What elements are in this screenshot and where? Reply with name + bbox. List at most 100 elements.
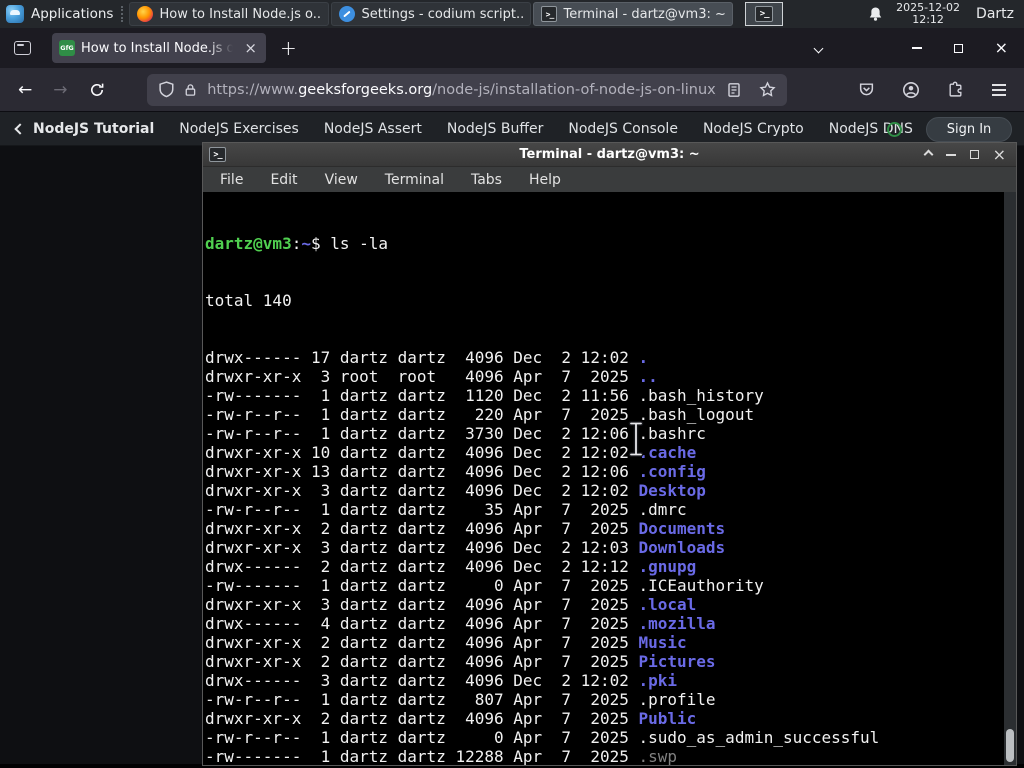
applications-icon [6, 5, 24, 23]
terminal-listing-row: -rw------- 1 dartz dartz 0 Apr 7 2025 .I… [205, 576, 764, 595]
terminal-window-controls: × [923, 146, 1016, 162]
browser-tab[interactable]: GfG How to Install Node.js on × [52, 33, 266, 63]
terminal-menu-item[interactable]: Tabs [471, 172, 502, 188]
url-bar[interactable]: https://www.geeksforgeeks.org/node-js/in… [146, 73, 787, 106]
terminal-listing-row: -rw------- 1 dartz dartz 12288 Apr 7 202… [205, 747, 678, 765]
back-button[interactable]: ← [18, 80, 32, 100]
site-nav-link[interactable]: NodeJS Console [568, 121, 678, 137]
reader-mode-icon[interactable] [726, 82, 742, 98]
terminal-listing-row: -rw------- 1 dartz dartz 1120 Dec 2 11:5… [205, 386, 764, 405]
user-menu[interactable]: Dartz [972, 6, 1018, 22]
terminal-output[interactable]: dartz@vm3:~$ ls -la total 140 drwx------… [203, 192, 1016, 765]
site-nav-primary[interactable]: NodeJS Tutorial [14, 121, 154, 137]
terminal-menu-item[interactable]: Edit [270, 172, 297, 188]
site-nav-link[interactable]: NodeJS Buffer [447, 121, 544, 137]
applications-menu[interactable]: Applications [0, 0, 119, 28]
search-icon[interactable] [887, 121, 902, 137]
taskbar-window-button[interactable]: Settings - codium script... [331, 2, 532, 26]
terminal-listing-row: drwx------ 4 dartz dartz 4096 Apr 7 2025… [205, 614, 716, 633]
sign-in-button[interactable]: Sign In [926, 116, 1012, 142]
applications-label: Applications [31, 6, 114, 22]
lock-icon[interactable] [183, 82, 198, 98]
terminal-window: Terminal - dartz@vm3: ~ × File Edit View Te… [202, 142, 1017, 766]
terminal-menu-item[interactable]: File [220, 172, 243, 188]
taskbar-window-button[interactable]: How to Install Node.js o... [129, 2, 330, 26]
tab-close-icon[interactable]: × [242, 39, 259, 57]
text-cursor [628, 421, 644, 457]
browser-tab-bar: GfG How to Install Node.js on × + × [0, 28, 1024, 68]
active-window-tray-icon[interactable] [745, 2, 784, 26]
scrollbar-thumb[interactable] [1006, 729, 1014, 762]
menu-hamburger-icon[interactable] [991, 83, 1007, 97]
taskbar: How to Install Node.js o... Settings - c… [129, 0, 735, 28]
clock[interactable]: 2025-12-02 12:12 [896, 1, 960, 27]
prompt-path: ~ [301, 234, 311, 253]
tab-title: How to Install Node.js on [81, 40, 237, 56]
terminal-icon [209, 147, 226, 162]
geeksforgeeks-favicon: GfG [59, 40, 75, 56]
terminal-listing-row: drwxr-xr-x 2 dartz dartz 4096 Apr 7 2025… [205, 519, 726, 538]
close-icon[interactable]: × [995, 40, 1008, 56]
terminal-menu-item[interactable]: View [325, 172, 358, 188]
terminal-window-title: Terminal - dartz@vm3: ~ [519, 147, 700, 162]
account-icon[interactable] [902, 81, 920, 99]
extensions-icon[interactable] [947, 81, 964, 98]
terminal-listing-row: drwxr-xr-x 2 dartz dartz 4096 Apr 7 2025… [205, 633, 687, 652]
terminal-listing-row: drwxr-xr-x 3 dartz dartz 4096 Dec 2 12:0… [205, 538, 726, 557]
terminal-listing-row: drwxr-xr-x 13 dartz dartz 4096 Dec 2 12:… [205, 462, 706, 481]
shade-icon[interactable] [923, 149, 934, 160]
shield-icon[interactable] [158, 81, 175, 98]
terminal-prompt-line: dartz@vm3:~$ ls -la [205, 234, 389, 253]
site-nav-right: Sign In [887, 112, 1012, 146]
maximize-icon[interactable] [969, 150, 979, 159]
browser-toolbar: ← → https://www.geeksforgeeks.org/node-j… [0, 68, 1024, 112]
site-nav-link[interactable]: NodeJS Assert [324, 121, 422, 137]
reload-button[interactable] [89, 82, 105, 98]
prompt-command: ls -la [330, 234, 389, 253]
taskbar-window-button[interactable]: Terminal - dartz@vm3: ~ [533, 2, 734, 26]
forward-button[interactable]: → [53, 80, 67, 100]
codium-icon [339, 6, 356, 22]
url-text: https://www.geeksforgeeks.org/node-js/in… [207, 81, 717, 98]
terminal-listing-row: drwx------ 2 dartz dartz 4096 Dec 2 12:1… [205, 557, 697, 576]
terminal-listing-row: -rw-r--r-- 1 dartz dartz 3730 Dec 2 12:0… [205, 424, 706, 443]
list-all-tabs-icon[interactable] [813, 43, 824, 53]
terminal-listing-row: -rw-r--r-- 1 dartz dartz 35 Apr 7 2025 .… [205, 500, 687, 519]
site-nav-link[interactable]: NodeJS Exercises [179, 121, 299, 137]
close-icon[interactable]: × [993, 146, 1006, 162]
terminal-icon [541, 6, 558, 22]
terminal-listing-row: -rw-r--r-- 1 dartz dartz 220 Apr 7 2025 … [205, 405, 755, 424]
terminal-total-line: total 140 [205, 291, 292, 310]
terminal-scrollbar[interactable] [1004, 192, 1016, 765]
terminal-listing-row: drwxr-xr-x 2 dartz dartz 4096 Apr 7 2025… [205, 709, 697, 728]
terminal-listing-row: drwx------ 17 dartz dartz 4096 Dec 2 12:… [205, 348, 649, 367]
firefox-icon [137, 6, 154, 22]
desktop: Applications How to Install Node.js o...… [0, 0, 1024, 768]
minimize-icon[interactable] [911, 47, 922, 49]
terminal-menu-item[interactable]: Terminal [385, 172, 444, 188]
pocket-icon[interactable] [858, 81, 875, 98]
clock-time: 12:12 [912, 13, 944, 26]
terminal-listing-row: drwx------ 3 dartz dartz 4096 Dec 2 12:0… [205, 671, 678, 690]
terminal-menu-bar: File Edit View Terminal Tabs Help [203, 167, 1016, 192]
chevron-left-icon[interactable] [14, 122, 26, 135]
terminal-title-bar[interactable]: Terminal - dartz@vm3: ~ × [203, 143, 1016, 167]
terminal-listing-row: -rw-r--r-- 1 dartz dartz 807 Apr 7 2025 … [205, 690, 716, 709]
new-tab-button[interactable]: + [280, 36, 297, 60]
terminal-listing-row: drwxr-xr-x 3 dartz dartz 4096 Apr 7 2025… [205, 595, 697, 614]
system-tray: 2025-12-02 12:12 Dartz [745, 0, 1024, 28]
maximize-icon[interactable] [953, 43, 963, 53]
bookmark-star-icon[interactable] [758, 81, 776, 98]
bell-icon[interactable] [867, 6, 884, 23]
terminal-menu-item[interactable]: Help [529, 172, 561, 188]
terminal-listing-row: drwxr-xr-x 3 root root 4096 Apr 7 2025 .… [205, 367, 658, 386]
top-panel: Applications How to Install Node.js o...… [0, 0, 1024, 28]
site-nav-link[interactable]: NodeJS Crypto [703, 121, 804, 137]
window-controls: × [813, 40, 1024, 56]
minimize-icon[interactable] [945, 153, 956, 156]
firefox-view-icon[interactable] [14, 41, 31, 55]
terminal-listing-row: drwxr-xr-x 10 dartz dartz 4096 Dec 2 12:… [205, 443, 697, 462]
panel-separator [121, 6, 125, 22]
toolbar-extensions-area [858, 81, 1024, 99]
nav-buttons: ← → [18, 80, 105, 100]
